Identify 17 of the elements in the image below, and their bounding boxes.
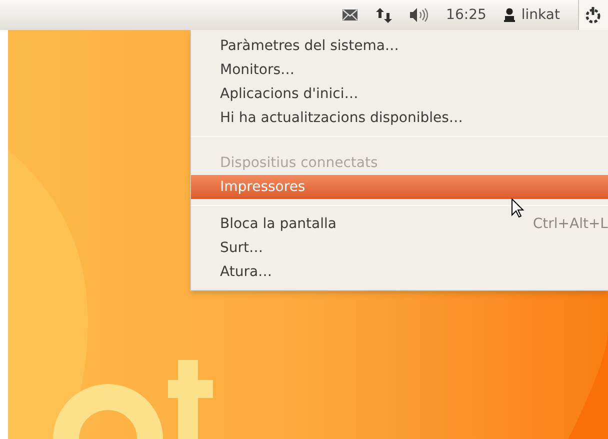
mail-icon[interactable]: [342, 9, 358, 21]
session-indicator[interactable]: [578, 0, 608, 30]
network-arrows-icon[interactable]: [376, 8, 392, 22]
power-gear-icon: [584, 6, 602, 24]
menu-item[interactable]: Aplicacions d'inici…: [191, 82, 608, 106]
menu-item[interactable]: Atura…: [191, 260, 608, 284]
menu-item[interactable]: Paràmetres del sistema…: [191, 34, 608, 58]
speaker-icon[interactable]: [410, 8, 428, 22]
menu-item[interactable]: Monitors…: [191, 58, 608, 82]
shortcut-label: Ctrl+Alt+L: [532, 214, 608, 234]
menu-item[interactable]: Bloca la pantalla Ctrl+Alt+L: [191, 212, 608, 236]
user-icon: [504, 8, 516, 22]
clock-time[interactable]: 16:25: [446, 4, 486, 26]
menu-item: Dispositius connectats: [219, 154, 379, 172]
user-name[interactable]: linkat: [521, 4, 560, 26]
menu-item[interactable]: Hi ha actualitzacions disponibles…: [191, 106, 608, 130]
menu-item[interactable]: Surt…: [191, 236, 608, 260]
